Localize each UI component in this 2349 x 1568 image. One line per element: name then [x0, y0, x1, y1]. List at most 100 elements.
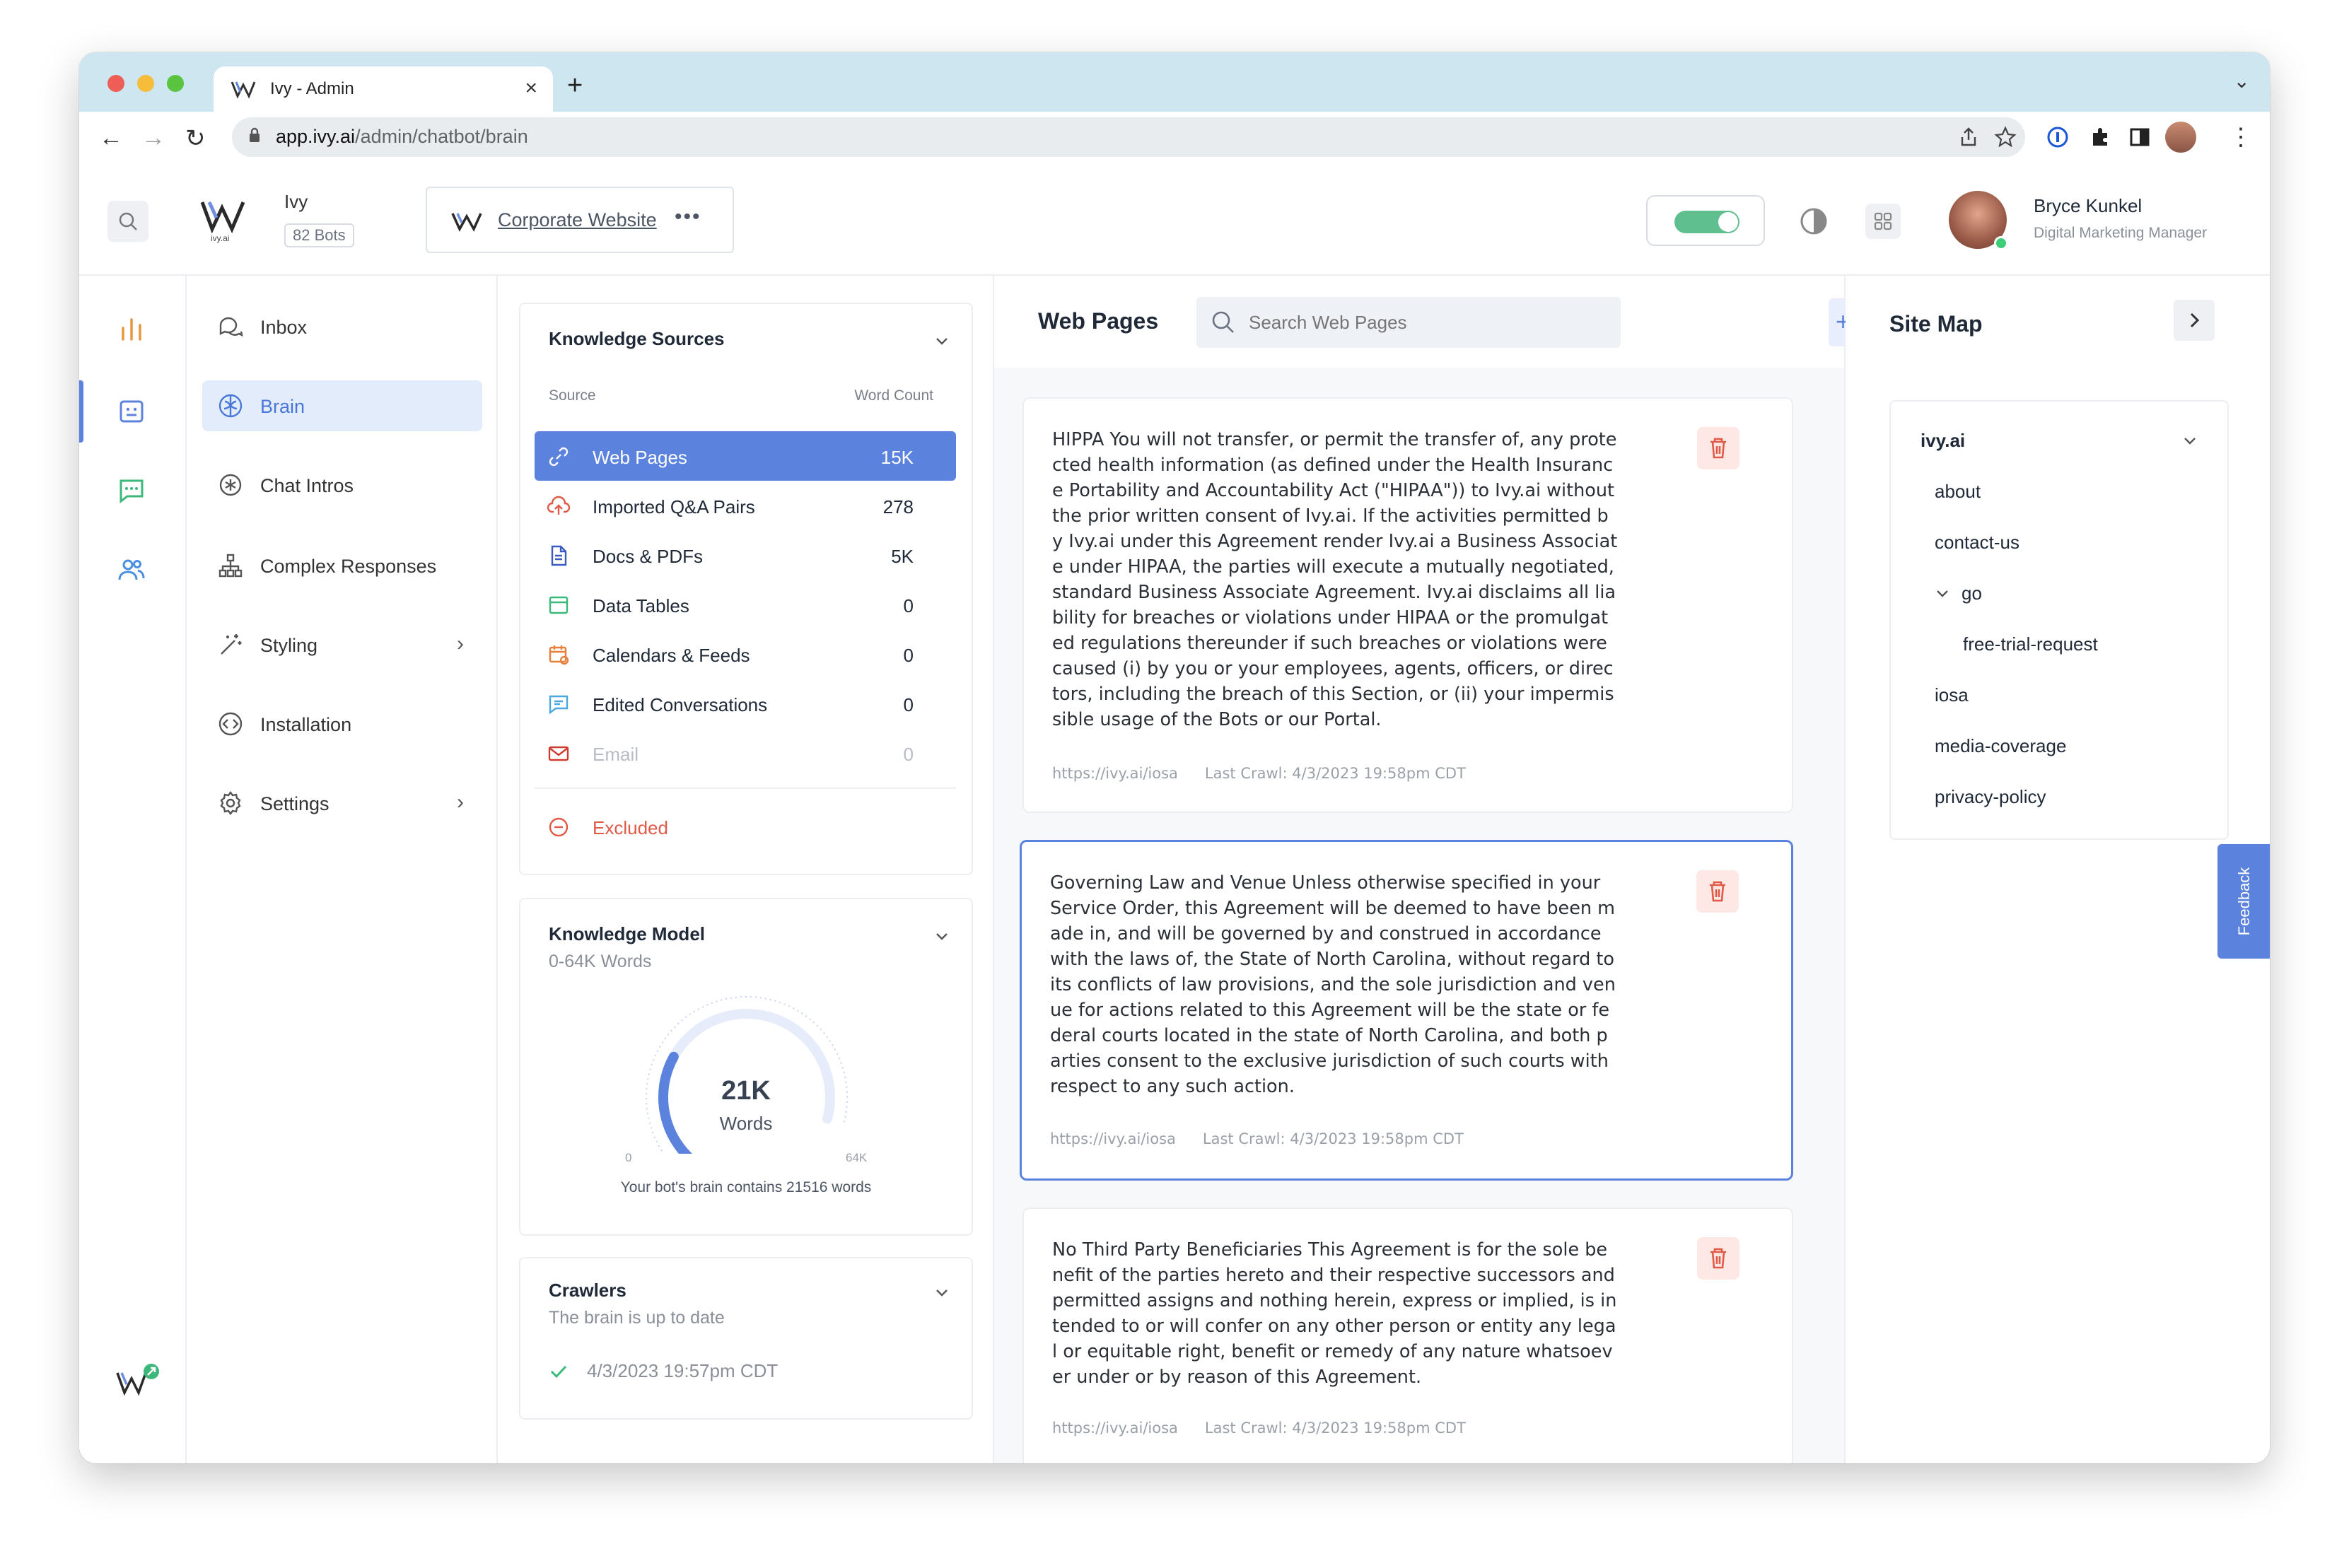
- browser-tab[interactable]: Ivy - Admin ×: [214, 66, 553, 112]
- ivy-logo-icon: [200, 201, 245, 234]
- source-row-calendars[interactable]: Calendars & Feeds 0: [535, 629, 956, 679]
- nav-item-complex-responses[interactable]: Complex Responses: [202, 540, 482, 591]
- site-map-item[interactable]: media-coverage: [1935, 735, 2066, 757]
- nav-item-inbox[interactable]: Inbox: [202, 301, 482, 352]
- web-pages-header: Web Pages +: [994, 276, 1879, 368]
- search-button[interactable]: [107, 201, 148, 242]
- site-map-root[interactable]: ivy.ai: [1920, 430, 1965, 452]
- chevron-down-icon[interactable]: [1935, 585, 1950, 601]
- web-page-card[interactable]: Governing Law and Venue Unless otherwise…: [1020, 840, 1793, 1181]
- bot-count-badge: 82 Bots: [284, 223, 354, 247]
- site-map-item[interactable]: about: [1935, 481, 1981, 503]
- nav-item-installation[interactable]: Installation: [202, 698, 482, 749]
- source-row-web-pages[interactable]: Web Pages 15K: [535, 431, 956, 481]
- source-row-qa-pairs[interactable]: Imported Q&A Pairs 278: [535, 481, 956, 530]
- source-row-email: Email 0: [535, 728, 956, 778]
- url-text: app.ivy.ai/admin/chatbot/brain: [276, 126, 528, 147]
- maximize-window-icon[interactable]: [167, 75, 184, 92]
- close-window-icon[interactable]: [107, 75, 124, 92]
- site-map-item[interactable]: go: [1962, 583, 1982, 604]
- delete-button[interactable]: [1697, 427, 1739, 469]
- share-icon[interactable]: [1957, 126, 1980, 148]
- source-row-data-tables[interactable]: Data Tables 0: [535, 580, 956, 629]
- password-manager-icon[interactable]: [2046, 126, 2069, 148]
- chevron-down-icon[interactable]: [933, 332, 950, 349]
- apps-grid-button[interactable]: [1865, 204, 1901, 239]
- trash-icon: [1710, 438, 1726, 459]
- bot-status-toggle[interactable]: [1646, 195, 1765, 246]
- search-web-pages-input[interactable]: [1249, 308, 1602, 337]
- forward-icon[interactable]: →: [141, 124, 165, 152]
- reload-icon[interactable]: ↻: [185, 124, 206, 153]
- browser-menu-icon[interactable]: ⋮: [2229, 123, 2253, 151]
- source-count: 15K: [880, 447, 914, 468]
- bot-more-icon[interactable]: •••: [675, 205, 701, 229]
- feedback-tab[interactable]: Feedback: [2217, 844, 2270, 959]
- nav-label: Brain: [260, 396, 305, 417]
- web-page-url[interactable]: https://ivy.ai/iosa: [1050, 1130, 1176, 1147]
- search-web-pages[interactable]: [1196, 297, 1621, 348]
- nav-item-styling[interactable]: Styling ›: [202, 619, 482, 670]
- users-icon[interactable]: [117, 556, 146, 584]
- user-name: Bryce Kunkel: [2034, 195, 2143, 216]
- chevron-right-icon: ›: [457, 790, 464, 814]
- nav-label: Styling: [260, 635, 318, 656]
- bot-selector-label[interactable]: Corporate Website: [498, 209, 657, 231]
- web-page-url[interactable]: https://ivy.ai/iosa: [1052, 1420, 1178, 1437]
- crawlers-card: Crawlers The brain is up to date 4/3/202…: [519, 1257, 973, 1420]
- excluded-icon: [549, 817, 569, 837]
- site-map-item[interactable]: iosa: [1935, 684, 1969, 706]
- web-page-card[interactable]: No Third Party Beneficiaries This Agreem…: [1022, 1207, 1793, 1463]
- back-icon[interactable]: ←: [99, 124, 123, 152]
- logo-subtext: ivy.ai: [211, 233, 230, 243]
- bookmark-star-icon[interactable]: [1994, 126, 2017, 148]
- site-map-expand-button[interactable]: [2174, 300, 2215, 341]
- search-icon: [119, 212, 137, 230]
- chat-intro-icon: [219, 474, 242, 496]
- tab-list-chevron-icon[interactable]: ⌄: [2234, 69, 2250, 93]
- extensions-puzzle-icon[interactable]: [2089, 126, 2111, 148]
- bot-icon[interactable]: [117, 397, 146, 426]
- nav-item-chat-intros[interactable]: Chat Intros: [202, 460, 482, 510]
- source-count: 0: [903, 694, 914, 715]
- inbox-icon: [219, 317, 243, 337]
- web-page-meta: https://ivy.ai/iosa Last Crawl: 4/3/2023 …: [1052, 1420, 1466, 1437]
- chevron-down-icon[interactable]: [933, 928, 950, 944]
- profile-avatar[interactable]: [2165, 122, 2196, 153]
- gear-icon: [220, 791, 241, 815]
- new-tab-button[interactable]: +: [567, 71, 583, 101]
- web-page-card[interactable]: HIPPA You will not transfer, or permit t…: [1022, 397, 1793, 813]
- nav-label: Settings: [260, 793, 330, 814]
- site-map-item[interactable]: privacy-policy: [1935, 786, 2046, 808]
- web-page-meta: https://ivy.ai/iosa Last Crawl: 4/3/2023 …: [1050, 1130, 1464, 1147]
- delete-button[interactable]: [1697, 1237, 1739, 1280]
- source-row-docs-pdfs[interactable]: Docs & PDFs 5K: [535, 530, 956, 580]
- nav-item-brain[interactable]: Brain: [202, 380, 482, 431]
- nav-item-settings[interactable]: Settings ›: [202, 778, 482, 829]
- chevron-down-icon[interactable]: [933, 1284, 950, 1301]
- chevron-down-icon[interactable]: [2182, 433, 2198, 448]
- online-status-dot: [1994, 236, 2008, 250]
- web-page-url[interactable]: https://ivy.ai/iosa: [1052, 765, 1178, 782]
- theme-contrast-icon[interactable]: [1799, 206, 1829, 236]
- gauge-unit: Words: [719, 1113, 773, 1134]
- source-row-edited-conversations[interactable]: Edited Conversations 0: [535, 679, 956, 728]
- search-icon: [1212, 311, 1234, 333]
- messages-icon[interactable]: [117, 476, 146, 505]
- minimize-window-icon[interactable]: [137, 75, 154, 92]
- tab-close-icon[interactable]: ×: [525, 76, 537, 100]
- source-row-excluded[interactable]: Excluded: [535, 802, 956, 851]
- analytics-icon[interactable]: [117, 315, 146, 344]
- browser-toolbar: ← → ↻ app.ivy.ai/admin/chatbot/brain ⋮: [79, 112, 2270, 165]
- brain-icon: [218, 394, 243, 418]
- icon-rail: [79, 276, 187, 1463]
- delete-button[interactable]: [1696, 870, 1739, 913]
- side-panel-icon[interactable]: [2128, 126, 2151, 148]
- address-bar[interactable]: app.ivy.ai/admin/chatbot/brain: [232, 117, 2025, 157]
- site-map-item[interactable]: free-trial-request: [1963, 633, 2098, 655]
- browser-window: Ivy - Admin × + ⌄ ← → ↻ app.ivy.ai/admin…: [79, 52, 2270, 1463]
- crawlers-status: The brain is up to date: [549, 1308, 725, 1328]
- chevron-right-icon: ›: [457, 632, 464, 655]
- bot-selector[interactable]: Corporate Website •••: [426, 187, 734, 253]
- site-map-item[interactable]: contact-us: [1935, 532, 2019, 554]
